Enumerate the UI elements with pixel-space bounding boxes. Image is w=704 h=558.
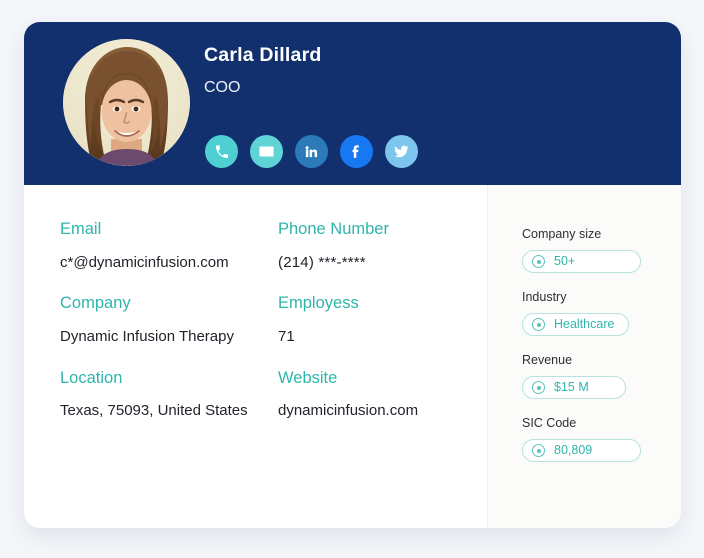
attribute-label-industry: Industry [522,290,567,304]
attribute-sic-code: SIC Code 80,809 [522,416,681,462]
company-attributes-panel: Company size 50+ Industry Healthcare Rev… [487,185,681,528]
radio-dot-icon [532,255,545,268]
field-value-company: Dynamic Infusion Therapy [60,327,234,345]
field-label-employees: Employess [278,294,359,313]
field-value-employees: 71 [278,327,295,345]
attribute-label-company-size: Company size [522,227,602,241]
field-location: Location Texas, 75093, United States [60,368,278,422]
person-name: Carla Dillard [204,44,322,66]
social-link-phone[interactable] [205,135,238,168]
field-label-email: Email [60,220,102,238]
field-phone-number: Phone Number (214) ***-**** [278,219,487,273]
field-label-phone-number: Phone Number [278,220,389,238]
details-grid: Email c*@dynamicinfusion.com Phone Numbe… [60,219,487,422]
card-header: Carla Dillard COO [24,22,681,185]
radio-dot-icon [532,318,545,331]
attribute-value-sic-code: 80,809 [554,443,593,458]
field-value-phone-number: (214) ***-**** [278,253,366,271]
contact-profile-card: Carla Dillard COO Email c*@dynamicinfusi… [24,22,681,528]
social-link-email[interactable] [250,135,283,168]
identity-block: Carla Dillard COO [204,44,321,98]
radio-dot-icon [532,444,545,457]
field-employees: Employess 71 [278,293,487,347]
field-value-email: c*@dynamicinfusion.com [60,253,229,271]
attribute-label-sic-code: SIC Code [522,416,577,430]
field-website: Website dynamicinfusion.com [278,368,487,422]
attribute-revenue: Revenue $15 M [522,353,681,399]
attribute-label-revenue: Revenue [522,353,573,367]
field-value-location: Texas, 75093, United States [60,402,248,420]
card-body: Email c*@dynamicinfusion.com Phone Numbe… [24,185,681,528]
attribute-value-company-size: 50+ [554,254,576,269]
attribute-pill-company-size[interactable]: 50+ [522,250,641,273]
social-link-facebook[interactable] [340,135,373,168]
field-label-company: Company [60,294,131,313]
person-job-title: COO [204,79,241,97]
phone-icon [214,144,230,160]
envelope-icon [258,143,275,160]
field-value-website[interactable]: dynamicinfusion.com [278,401,477,422]
avatar [63,39,190,166]
social-link-twitter[interactable] [385,135,418,168]
attribute-pill-revenue[interactable]: $15 M [522,376,626,399]
attribute-industry: Industry Healthcare [522,290,681,336]
details-area: Email c*@dynamicinfusion.com Phone Numbe… [24,185,487,528]
field-label-website: Website [278,368,338,387]
linkedin-icon [304,144,319,159]
attribute-value-revenue: $15 M [554,380,589,395]
field-label-location: Location [60,368,123,387]
attribute-pill-industry[interactable]: Healthcare [522,313,630,336]
attribute-company-size: Company size 50+ [522,227,681,273]
social-links [205,135,418,168]
attribute-value-industry: Healthcare [554,317,615,332]
field-company: Company Dynamic Infusion Therapy [60,293,278,347]
attribute-pill-sic-code[interactable]: 80,809 [522,439,641,462]
social-link-linkedin[interactable] [295,135,328,168]
facebook-icon [348,143,365,160]
field-email: Email c*@dynamicinfusion.com [60,219,278,273]
radio-dot-icon [532,381,545,394]
twitter-icon [393,143,410,160]
